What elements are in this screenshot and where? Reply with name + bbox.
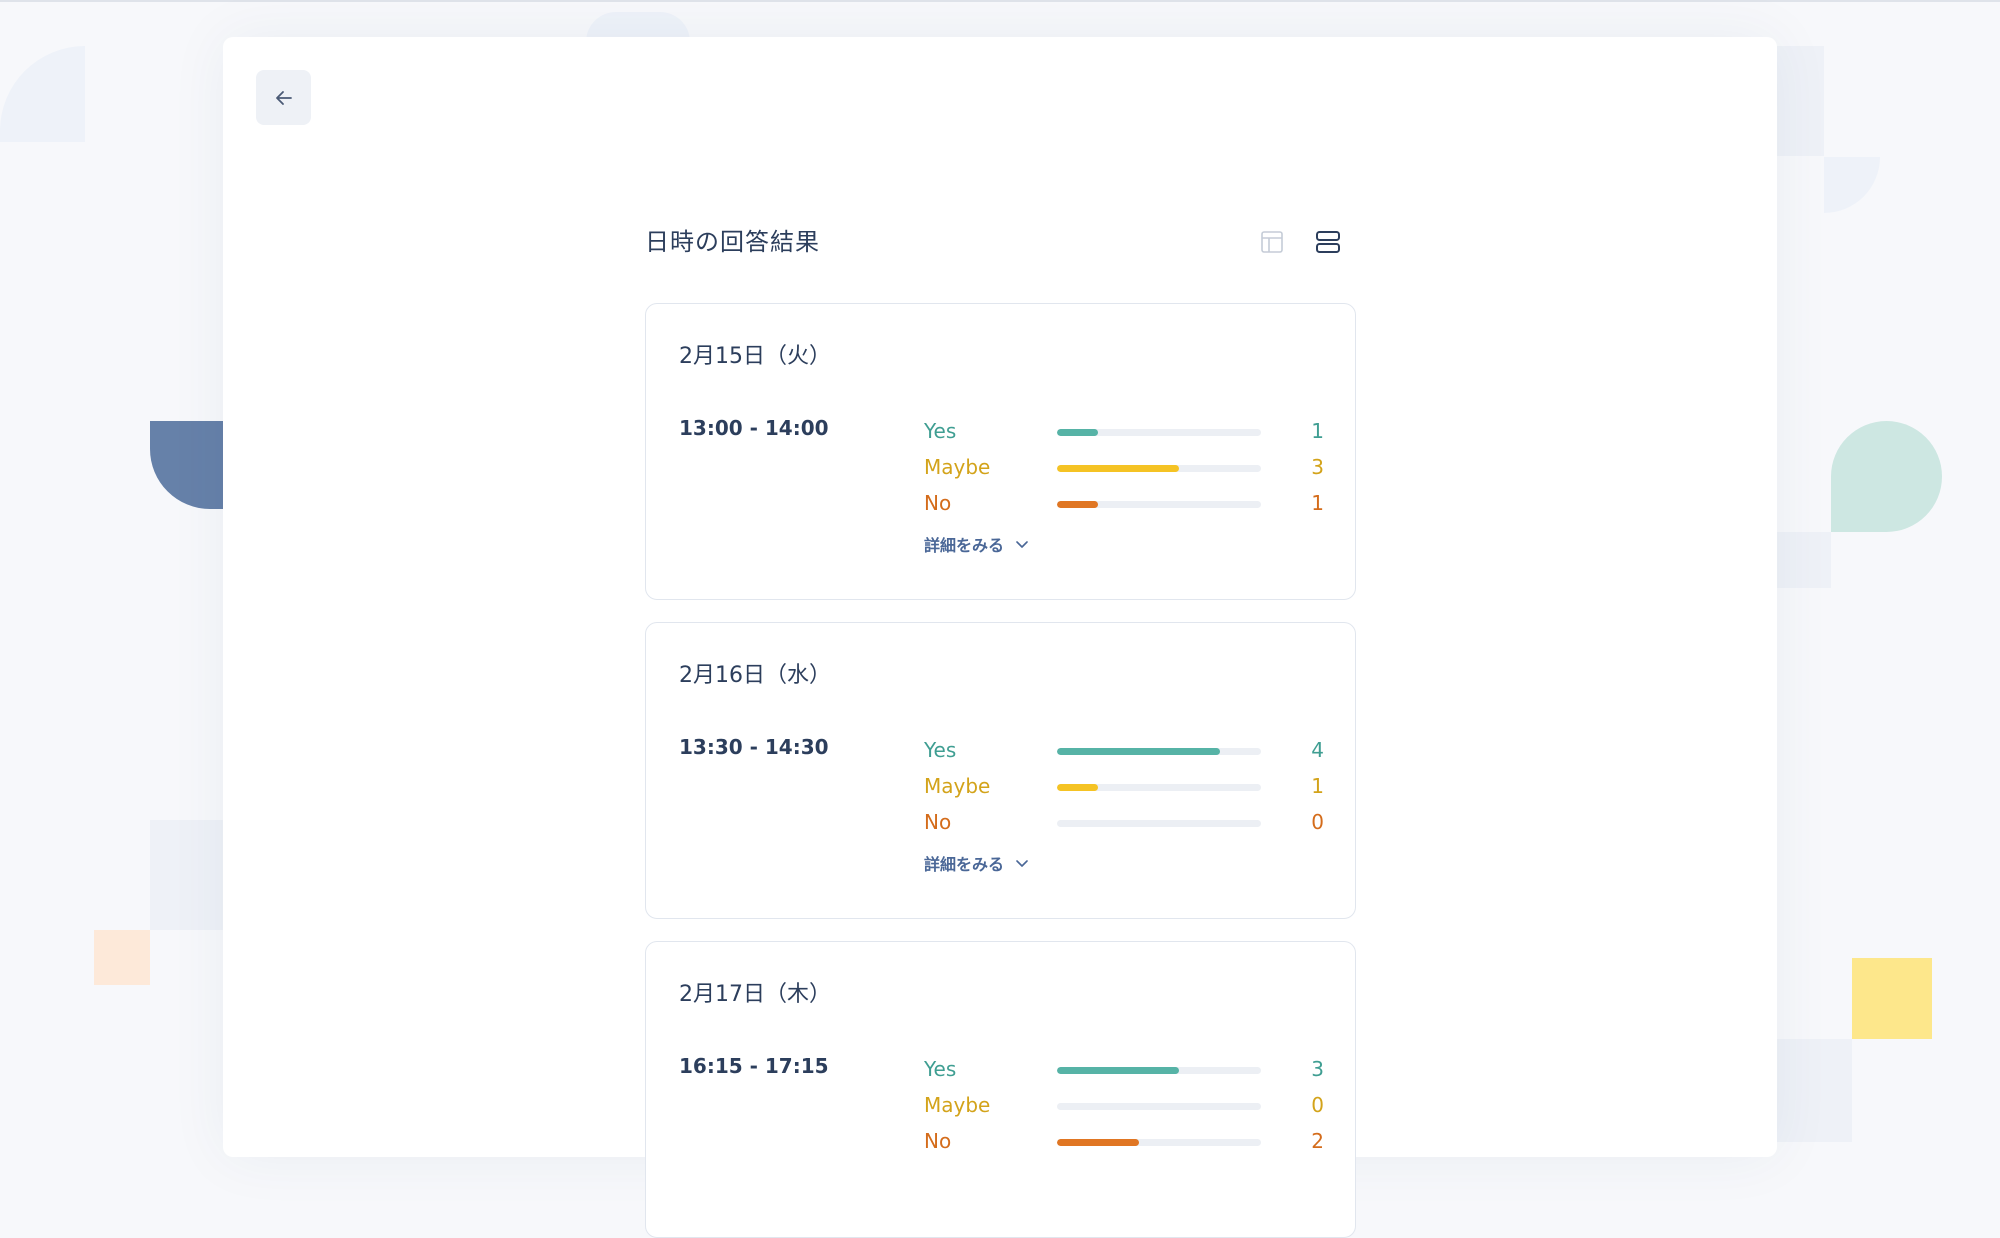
bar-track [1057,501,1261,508]
list-view-icon [1316,231,1340,253]
bg-shape-quarter-right [1824,157,1880,213]
count-no: 1 [1311,491,1324,515]
bg-square-4 [1777,1039,1852,1142]
date-card: 2月16日（水） 13:30 - 14:30 Yes 4 Maybe 1 No … [645,622,1356,919]
bg-square-peach [94,930,150,985]
top-border [0,0,2000,2]
bar-track [1057,748,1261,755]
bg-shape-teal-drop [1831,421,1942,532]
label-no: No [924,810,952,834]
card-date: 2月15日（火） [679,344,831,369]
label-maybe: Maybe [924,1093,991,1117]
count-maybe: 3 [1311,455,1324,479]
label-yes: Yes [924,738,957,762]
details-button[interactable]: 詳細をみる [924,532,1030,556]
grid-view-icon [1261,231,1283,253]
bar-fill-maybe [1057,784,1098,791]
bar-track [1057,1067,1261,1074]
count-maybe: 1 [1311,774,1324,798]
card-date: 2月16日（水） [679,663,831,688]
row-maybe: Maybe 1 [924,774,1324,802]
bg-square-3 [1777,532,1831,588]
bar-track [1057,784,1261,791]
label-maybe: Maybe [924,455,991,479]
chevron-down-icon [1016,860,1028,867]
date-card: 2月15日（火） 13:00 - 14:00 Yes 1 Maybe 3 No … [645,303,1356,600]
arrow-left-icon [275,90,292,105]
row-yes: Yes 1 [924,419,1324,447]
details-label: 詳細をみる [924,855,1005,874]
bar-track [1057,1139,1261,1146]
bar-track [1057,465,1261,472]
row-yes: Yes 3 [924,1057,1324,1085]
count-yes: 3 [1311,1057,1324,1081]
label-yes: Yes [924,1057,957,1081]
bar-track [1057,1103,1261,1110]
bar-fill-yes [1057,1067,1180,1074]
count-maybe: 0 [1311,1093,1324,1117]
list-view-button[interactable] [1311,225,1345,259]
bar-fill-no [1057,501,1098,508]
count-yes: 4 [1311,738,1324,762]
page-title: 日時の回答結果 [645,228,820,256]
row-no: No 2 [924,1129,1324,1157]
bar-fill-no [1057,1139,1139,1146]
bg-square-yellow [1852,958,1932,1039]
details-button[interactable]: 詳細をみる [924,851,1030,875]
bg-shape-quarter-circle [0,46,85,142]
count-no: 2 [1311,1129,1324,1153]
date-card: 2月17日（木） 16:15 - 17:15 Yes 3 Maybe 0 No … [645,941,1356,1238]
bar-fill-yes [1057,748,1221,755]
label-no: No [924,491,952,515]
row-no: No 0 [924,810,1324,838]
card-date: 2月17日（木） [679,982,831,1007]
count-no: 0 [1311,810,1324,834]
label-maybe: Maybe [924,774,991,798]
card-time: 13:30 - 14:30 [679,735,829,759]
row-maybe: Maybe 0 [924,1093,1324,1121]
label-no: No [924,1129,952,1153]
bar-track [1057,820,1261,827]
row-maybe: Maybe 3 [924,455,1324,483]
back-button[interactable] [256,70,311,125]
bg-square-2 [1777,46,1824,156]
row-no: No 1 [924,491,1324,519]
bar-fill-yes [1057,429,1098,436]
count-yes: 1 [1311,419,1324,443]
grid-view-button[interactable] [1255,225,1289,259]
card-time: 13:00 - 14:00 [679,416,829,440]
chevron-down-icon [1016,541,1028,548]
bg-square-1 [150,820,223,930]
bar-fill-maybe [1057,465,1180,472]
label-yes: Yes [924,419,957,443]
card-time: 16:15 - 17:15 [679,1054,829,1078]
row-yes: Yes 4 [924,738,1324,766]
bar-track [1057,429,1261,436]
details-label: 詳細をみる [924,536,1005,555]
